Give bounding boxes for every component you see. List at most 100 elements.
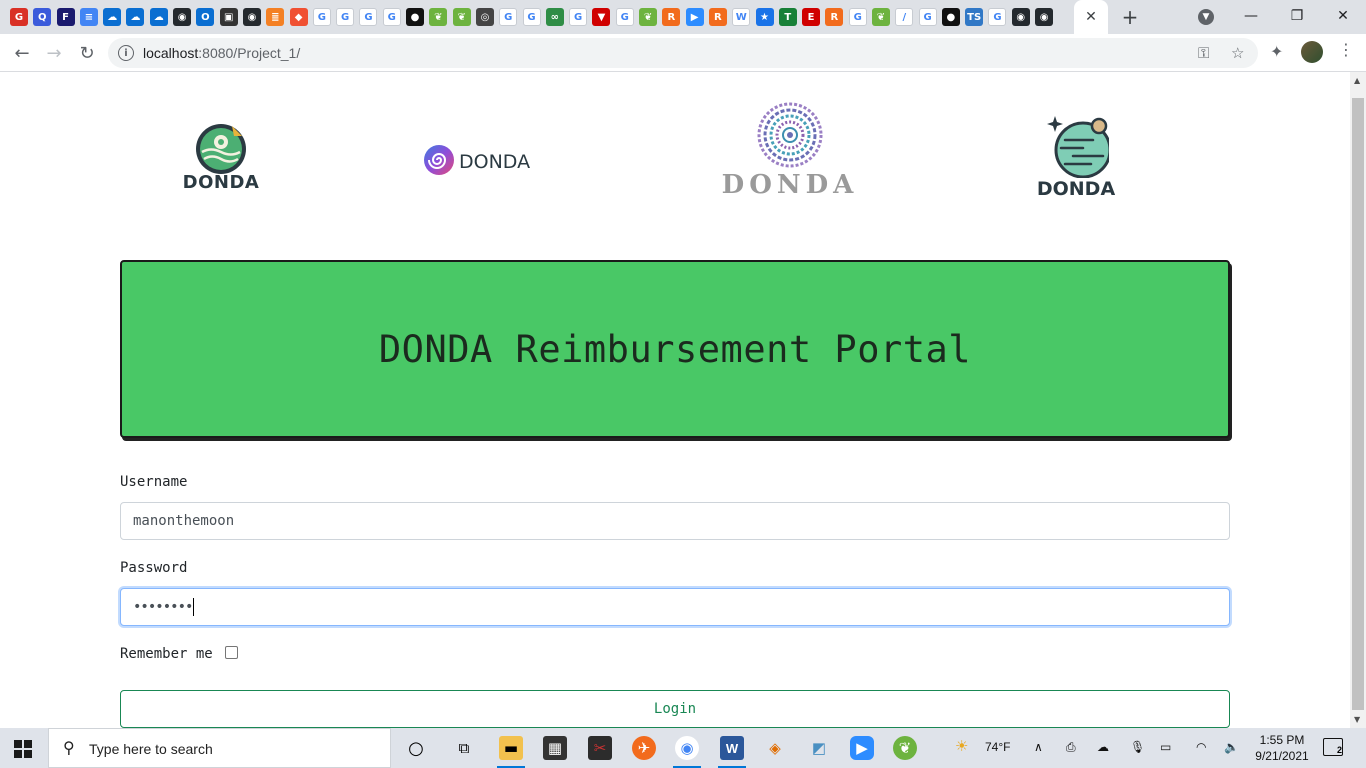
meet-now-icon[interactable]: ⎙	[1066, 740, 1076, 755]
pinned-tab-29[interactable]: ▶	[685, 8, 704, 26]
word-icon[interactable]: W	[720, 736, 744, 760]
cortana-icon[interactable]: ○	[404, 736, 428, 760]
bookmark-star-icon[interactable]: ☆	[1231, 44, 1244, 62]
weather-temperature[interactable]: 74°F	[985, 740, 1010, 754]
postman-icon[interactable]: ✈	[632, 736, 656, 760]
pinned-tab-20[interactable]: ◎	[475, 8, 494, 26]
close-window-button[interactable]: ✕	[1320, 4, 1366, 28]
pinned-tab-37[interactable]: ❦	[871, 8, 890, 26]
taskbar-clock[interactable]: 1:55 PM 9/21/2021	[1252, 732, 1312, 764]
pinned-tab-13[interactable]: G	[312, 8, 331, 26]
pinned-tab-39[interactable]: G	[918, 8, 937, 26]
windows-start-icon[interactable]	[14, 740, 32, 758]
back-button[interactable]: ←	[9, 40, 35, 66]
battery-icon[interactable]: ▭	[1160, 740, 1171, 754]
scroll-down-icon[interactable]: ▼	[1354, 715, 1360, 724]
chrome-menu-icon[interactable]: ⋮	[1338, 40, 1354, 59]
logo-3-text: DONDA	[721, 170, 859, 200]
wifi-icon[interactable]: ◠	[1196, 740, 1206, 754]
profile-avatar[interactable]	[1301, 41, 1323, 63]
forward-button[interactable]: →	[41, 40, 67, 66]
address-bar[interactable]: i localhost:8080/Project_1/ ⚿ ☆	[108, 38, 1258, 68]
pinned-tab-22[interactable]: G	[522, 8, 541, 26]
microphone-icon[interactable]: 🎙	[1130, 740, 1145, 754]
donda-logo-1-icon	[196, 124, 246, 174]
restore-button[interactable]: ❐	[1274, 4, 1320, 28]
notification-center-icon[interactable]: 2	[1323, 738, 1343, 756]
pinned-tab-23[interactable]: ∞	[545, 8, 564, 26]
taskbar-search-box[interactable]: ⚲ Type here to search	[48, 728, 391, 768]
username-input[interactable]: manonthemoon	[120, 502, 1230, 540]
pinned-tab-42[interactable]: G	[988, 8, 1007, 26]
password-value: ••••••••	[133, 599, 193, 615]
pinned-tab-10[interactable]: ◉	[242, 8, 261, 26]
pinned-tab-19[interactable]: ❦	[452, 8, 471, 26]
pinned-tab-33[interactable]: T	[778, 8, 797, 26]
weather-icon[interactable]: ☀	[955, 737, 968, 755]
pinned-tab-1[interactable]: Q	[33, 8, 52, 26]
pinned-tab-44[interactable]: ◉	[1035, 8, 1054, 26]
pinned-tab-0[interactable]: G	[10, 8, 28, 26]
pinned-tab-21[interactable]: G	[499, 8, 518, 26]
pinned-tab-28[interactable]: R	[662, 8, 681, 26]
onedrive-icon[interactable]: ☁	[1097, 740, 1109, 754]
zoom-icon[interactable]: ▶	[850, 736, 874, 760]
logo-1: DONDA	[180, 122, 262, 193]
reload-button[interactable]: ↻	[74, 40, 100, 66]
pinned-tab-12[interactable]: ◆	[289, 8, 308, 26]
pinned-tab-26[interactable]: G	[615, 8, 634, 26]
pinned-tab-41[interactable]: TS	[965, 8, 984, 26]
pinned-tab-2[interactable]: F	[56, 8, 75, 26]
task-view-icon[interactable]: ⧉	[452, 736, 476, 760]
pinned-tab-9[interactable]: ▣	[219, 8, 238, 26]
tab-search-icon[interactable]: ▼	[1198, 9, 1214, 25]
pinned-tabs: G Q F ≡ ☁ ☁ ☁ ◉ O ▣ ◉ ≣ ◆ G G G G ● ❦ ❦ ◎ G G ∞ G ▼ G ❦ R ▶ R W ★ T E R G ❦ / G…	[10, 6, 1058, 28]
pinned-tab-6[interactable]: ☁	[149, 8, 168, 26]
pinned-tab-4[interactable]: ☁	[103, 8, 122, 26]
pinned-tab-34[interactable]: E	[802, 8, 821, 26]
pinned-tab-35[interactable]: R	[825, 8, 844, 26]
pinned-tab-25[interactable]: ▼	[592, 8, 611, 26]
pinned-tab-43[interactable]: ◉	[1011, 8, 1030, 26]
pinned-tab-32[interactable]: ★	[755, 8, 774, 26]
pinned-tab-16[interactable]: G	[382, 8, 401, 26]
store-icon[interactable]: ▦	[543, 736, 567, 760]
pinned-tab-5[interactable]: ☁	[126, 8, 145, 26]
url-text[interactable]: localhost:8080/Project_1/	[143, 45, 300, 61]
password-input[interactable]: ••••••••	[120, 588, 1230, 626]
editor-app-icon[interactable]: ◩	[807, 736, 831, 760]
pinned-tab-18[interactable]: ❦	[429, 8, 448, 26]
pinned-tab-38[interactable]: /	[895, 8, 914, 26]
git-app-icon[interactable]: ◈	[763, 736, 787, 760]
pinned-tab-31[interactable]: W	[732, 8, 751, 26]
key-icon[interactable]: ⚿	[1198, 44, 1209, 62]
snipping-tool-icon[interactable]: ✂	[588, 736, 612, 760]
minimize-button[interactable]: —	[1228, 4, 1274, 28]
pinned-tab-11[interactable]: ≣	[266, 8, 285, 26]
pinned-tab-24[interactable]: G	[569, 8, 588, 26]
site-info-icon[interactable]: i	[118, 45, 134, 61]
pinned-tab-15[interactable]: G	[359, 8, 378, 26]
pinned-tab-8[interactable]: O	[196, 8, 215, 26]
pinned-tab-40[interactable]: ●	[941, 8, 960, 26]
new-tab-button[interactable]: +	[1118, 5, 1142, 29]
pinned-tab-3[interactable]: ≡	[79, 8, 98, 26]
scrollbar-thumb[interactable]	[1352, 98, 1364, 710]
chrome-taskbar-icon[interactable]: ◉	[675, 736, 699, 760]
login-button[interactable]: Login	[120, 690, 1230, 728]
pinned-tab-7[interactable]: ◉	[173, 8, 192, 26]
pinned-tab-14[interactable]: G	[336, 8, 355, 26]
extensions-icon[interactable]: ✦	[1270, 42, 1283, 61]
spring-tool-icon[interactable]: ❦	[893, 736, 917, 760]
pinned-tab-36[interactable]: G	[848, 8, 867, 26]
scroll-up-icon[interactable]: ▲	[1354, 76, 1360, 85]
file-explorer-icon[interactable]: ▬	[499, 736, 523, 760]
close-tab-icon[interactable]: ✕	[1085, 9, 1097, 25]
tray-expand-icon[interactable]: ∧	[1034, 740, 1043, 754]
pinned-tab-17[interactable]: ●	[406, 8, 425, 26]
remember-me-checkbox[interactable]	[225, 646, 238, 659]
pinned-tab-27[interactable]: ❦	[639, 8, 658, 26]
active-tab[interactable]: ✕	[1074, 0, 1108, 34]
pinned-tab-30[interactable]: R	[708, 8, 727, 26]
volume-icon[interactable]: 🔈	[1224, 740, 1239, 754]
